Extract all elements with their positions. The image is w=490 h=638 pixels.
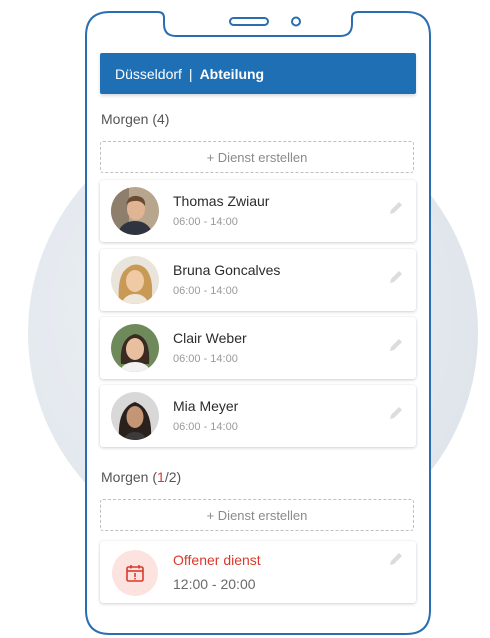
pencil-icon[interactable]: [388, 269, 404, 285]
add-shift-button[interactable]: + Dienst erstellen: [100, 499, 414, 531]
header-city: Düsseldorf: [115, 65, 182, 82]
employee-name: Thomas Zwiaur: [173, 193, 270, 209]
open-shift-label: Offener dienst: [173, 552, 261, 568]
avatar: [111, 187, 159, 235]
avatar: [111, 392, 159, 440]
pencil-icon[interactable]: [388, 337, 404, 353]
section-count-total: /2): [164, 469, 182, 485]
pencil-icon[interactable]: [388, 405, 404, 421]
add-shift-label: + Dienst erstellen: [206, 507, 308, 523]
pencil-icon[interactable]: [388, 200, 404, 216]
header-separator: |: [188, 65, 193, 82]
employee-name: Mia Meyer: [173, 398, 239, 414]
section-day: Morgen: [101, 469, 149, 485]
add-shift-label: + Dienst erstellen: [206, 149, 308, 165]
pencil-icon[interactable]: [388, 551, 404, 567]
section-title-morning-open: Morgen (1/2): [101, 469, 181, 485]
location-header[interactable]: Düsseldorf | Abteilung: [100, 53, 416, 94]
avatar: [111, 256, 159, 304]
shift-time: 06:00 - 14:00: [173, 421, 238, 433]
calendar-alert-icon: [112, 550, 158, 596]
shift-card[interactable]: Clair Weber 06:00 - 14:00: [100, 317, 416, 379]
section-count-filled: 1: [157, 469, 165, 485]
section-title-morning: Morgen (4): [101, 111, 169, 127]
employee-name: Clair Weber: [173, 330, 247, 346]
shift-card[interactable]: Thomas Zwiaur 06:00 - 14:00: [100, 180, 416, 242]
open-shift-card[interactable]: Offener dienst 12:00 - 20:00: [100, 541, 416, 603]
add-shift-button[interactable]: + Dienst erstellen: [100, 141, 414, 173]
employee-name: Bruna Goncalves: [173, 262, 281, 278]
section-day: Morgen: [101, 111, 149, 127]
shift-time: 12:00 - 20:00: [173, 576, 256, 592]
shift-card[interactable]: Mia Meyer 06:00 - 14:00: [100, 385, 416, 447]
shift-time: 06:00 - 14:00: [173, 285, 238, 297]
shift-card[interactable]: Bruna Goncalves 06:00 - 14:00: [100, 249, 416, 311]
avatar: [111, 324, 159, 372]
header-department: Abteilung: [199, 65, 265, 82]
shift-time: 06:00 - 14:00: [173, 216, 238, 228]
shift-time: 06:00 - 14:00: [173, 353, 238, 365]
section-count: (4): [152, 111, 170, 127]
